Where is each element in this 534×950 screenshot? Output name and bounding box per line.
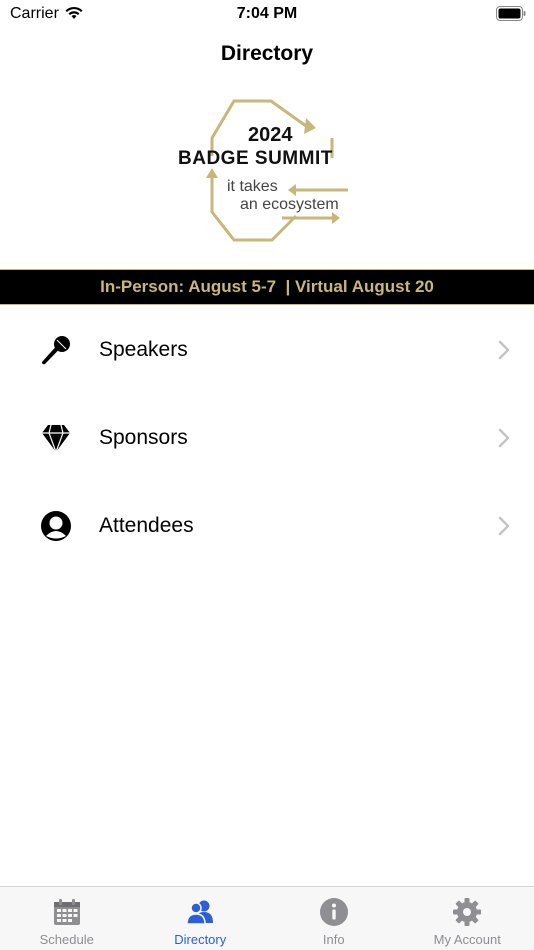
event-dates-banner: In-Person: August 5-7 | Virtual August 2… bbox=[0, 269, 534, 305]
microphone-icon bbox=[40, 334, 72, 366]
directory-item-speakers[interactable]: Speakers bbox=[0, 306, 534, 394]
tab-label: Info bbox=[322, 932, 345, 947]
logo-tagline-line-2: an ecosystem bbox=[240, 196, 339, 213]
logo-tagline-line-1: it takes bbox=[227, 178, 278, 195]
clock: 7:04 PM bbox=[236, 5, 298, 22]
chevron-right-icon bbox=[498, 516, 510, 536]
logo-hexagon-graphic bbox=[206, 99, 348, 242]
page-title: Directory bbox=[220, 42, 314, 65]
directory-item-sponsors[interactable]: Sponsors bbox=[0, 394, 534, 482]
battery-icon bbox=[496, 6, 526, 21]
directory-item-label: Attendees bbox=[99, 514, 194, 537]
tab-label: My Account bbox=[433, 932, 501, 947]
tab-info[interactable]: Info bbox=[267, 887, 401, 950]
tab-bar: Schedule Directory Info My Account bbox=[0, 886, 534, 950]
gear-icon bbox=[453, 898, 482, 926]
tab-label: Schedule bbox=[39, 932, 94, 947]
tab-directory[interactable]: Directory bbox=[134, 887, 268, 950]
people-icon bbox=[186, 900, 214, 925]
calendar-icon bbox=[53, 899, 80, 925]
tab-schedule[interactable]: Schedule bbox=[0, 887, 134, 950]
tab-my-account[interactable]: My Account bbox=[401, 887, 534, 950]
logo-year: 2024 bbox=[248, 124, 293, 146]
directory-list: Speakers Sponsors Attendees bbox=[0, 306, 534, 570]
badge-summit-logo: 2024 BADGE SUMMIT it takes an ecosystem bbox=[176, 98, 356, 248]
logo-name: BADGE SUMMIT bbox=[178, 148, 333, 169]
tab-label: Directory bbox=[174, 932, 227, 947]
person-circle-icon bbox=[40, 510, 72, 542]
directory-item-label: Speakers bbox=[99, 338, 188, 361]
chevron-right-icon bbox=[498, 428, 510, 448]
chevron-right-icon bbox=[498, 340, 510, 360]
info-icon bbox=[319, 898, 348, 926]
directory-item-attendees[interactable]: Attendees bbox=[0, 482, 534, 570]
status-bar: Carrier 7:04 PM bbox=[0, 0, 534, 30]
directory-item-label: Sponsors bbox=[99, 426, 188, 449]
diamond-icon bbox=[40, 422, 72, 454]
